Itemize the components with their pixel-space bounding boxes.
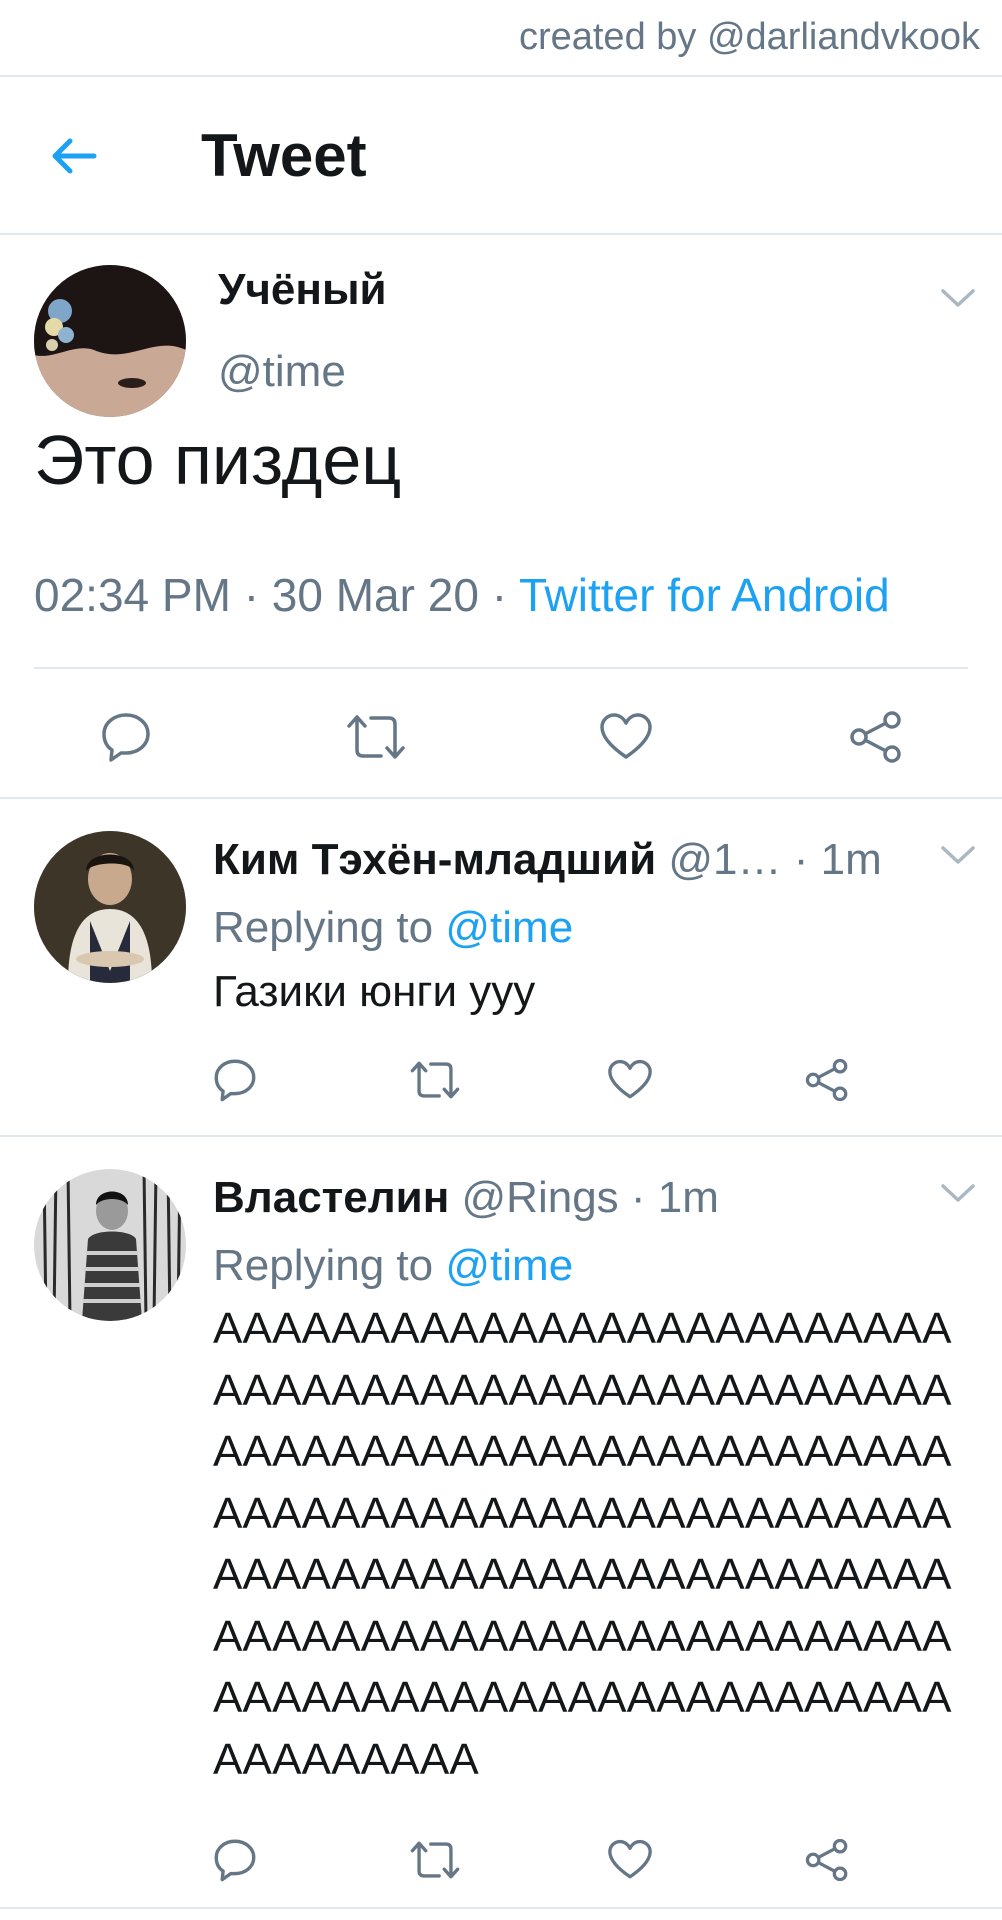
reply-icon (214, 1059, 256, 1102)
chevron-down-icon[interactable] (940, 287, 976, 309)
mention-link[interactable]: @time (445, 1241, 573, 1290)
page-title: Tweet (201, 122, 367, 189)
replying-to: Replying to @time (213, 1241, 573, 1291)
retweet-icon (410, 1841, 460, 1879)
author-name[interactable]: Властелин (213, 1173, 449, 1222)
heart-icon (608, 1839, 652, 1879)
arrow-left-icon (52, 138, 97, 174)
avatar-image (34, 265, 186, 417)
mention-link[interactable]: @time (445, 903, 573, 952)
avatar-image (34, 831, 186, 983)
author-name[interactable]: Учёный (218, 265, 387, 315)
credit-text: created by @darliandvkook (518, 16, 980, 58)
share-icon (850, 711, 901, 763)
tweet-time: 02:34 PM (34, 569, 231, 621)
avatar[interactable] (34, 1169, 186, 1321)
avatar[interactable] (34, 265, 186, 417)
meta-separator: · (491, 569, 519, 621)
retweet-icon (410, 1061, 460, 1099)
reply-icon (102, 713, 150, 762)
main-tweet: Учёный @time Это пиздец 02:34 PM · 30 Ma… (0, 235, 1002, 799)
divider (34, 667, 968, 669)
tweet-text: Газики юнги ууу (213, 967, 536, 1016)
meta-separator: · (243, 569, 272, 621)
reply-button[interactable] (210, 1835, 260, 1885)
top-app-bar: Tweet (0, 77, 1002, 235)
share-button[interactable] (846, 707, 906, 767)
share-icon (805, 1058, 848, 1102)
heart-icon (600, 713, 652, 759)
avatar[interactable] (34, 831, 186, 983)
reply-tweet[interactable]: Властелин @Rings · 1m Replying to @time … (0, 1137, 1002, 1909)
heart-icon (608, 1059, 652, 1099)
share-button[interactable] (802, 1835, 852, 1885)
tweet-text: Это пиздец (34, 421, 402, 499)
share-button[interactable] (802, 1055, 852, 1105)
share-icon (805, 1838, 848, 1882)
reply-button[interactable] (210, 1055, 260, 1105)
replying-to: Replying to @time (213, 903, 573, 953)
tweet-date: 30 Mar 20 (271, 569, 479, 621)
like-button[interactable] (596, 707, 656, 767)
reply-header: Властелин @Rings · 1m (213, 1173, 719, 1223)
chevron-down-icon[interactable] (940, 844, 976, 866)
like-button[interactable] (605, 1055, 655, 1105)
tweet-time: 1m (657, 1173, 719, 1222)
reply-button[interactable] (96, 707, 156, 767)
author-handle[interactable]: @1… (668, 835, 781, 884)
reply-header: Ким Тэхён-младший @1… · 1m (213, 835, 882, 885)
retweet-icon (347, 715, 405, 759)
reply-icon (214, 1839, 256, 1882)
retweet-button[interactable] (408, 1055, 462, 1105)
author-handle[interactable]: @Rings (462, 1173, 619, 1222)
tweet-time: 1m (820, 835, 882, 884)
tweet-meta: 02:34 PM · 30 Mar 20 · Twitter for Andro… (34, 568, 890, 622)
retweet-button[interactable] (408, 1835, 462, 1885)
replying-label: Replying to (213, 903, 434, 952)
retweet-button[interactable] (344, 707, 408, 767)
like-button[interactable] (605, 1835, 655, 1885)
author-handle[interactable]: @time (218, 347, 346, 397)
replying-label: Replying to (213, 1241, 434, 1290)
meta-separator: · (630, 1173, 658, 1222)
avatar-image (34, 1169, 186, 1321)
author-name[interactable]: Ким Тэхён-младший (213, 835, 656, 884)
chevron-down-icon[interactable] (940, 1182, 976, 1204)
tweet-text: АААААААААААААААААААААААААААААААААААААААА… (213, 1304, 952, 1784)
meta-separator: · (793, 835, 821, 884)
credit-bar: created by @darliandvkook (0, 0, 1002, 77)
reply-tweet[interactable]: Ким Тэхён-младший @1… · 1m Replying to @… (0, 799, 1002, 1137)
tweet-source-link[interactable]: Twitter for Android (519, 569, 890, 621)
back-button[interactable] (50, 132, 110, 180)
